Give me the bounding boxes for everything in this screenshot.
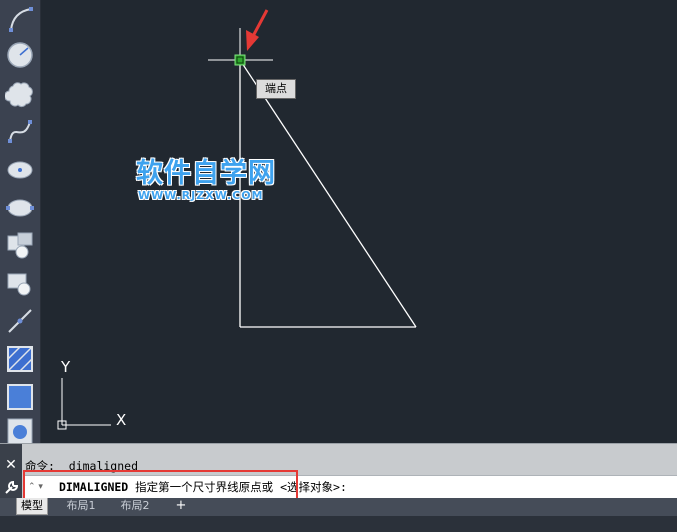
add-layout-button[interactable]: + [172, 498, 190, 514]
command-panel: ✕ 命令: dimaligned ⌃ ▾ DIMALIGNED 指定第一个尺寸界… [0, 443, 677, 499]
watermark-title: 软件自学网 [136, 158, 276, 189]
endpoint-snap-tooltip: 端点 [256, 79, 296, 99]
hatch-icon [7, 346, 33, 372]
make-block-icon [7, 273, 31, 296]
ucs-icon: Y X [57, 358, 126, 430]
revision-cloud-tool-button[interactable] [3, 76, 37, 110]
ucs-x-label: X [116, 411, 126, 429]
command-panel-grip[interactable]: ✕ [0, 444, 22, 499]
command-history: 命令: dimaligned [25, 459, 139, 473]
circle-icon [7, 42, 33, 68]
ellipse-center-tool-button[interactable] [3, 152, 37, 186]
gradient-icon [7, 384, 33, 410]
command-name: DIMALIGNED [59, 480, 129, 494]
command-input[interactable]: ⌃ ▾ DIMALIGNED 指定第一个尺寸界线原点或 <选择对象>: [24, 475, 677, 498]
spline-tool-button[interactable] [3, 114, 37, 148]
make-block-tool-button[interactable] [3, 266, 37, 300]
command-prompt: DIMALIGNED 指定第一个尺寸界线原点或 <选择对象>: [59, 479, 347, 495]
tab-model[interactable]: 模型 [16, 498, 48, 515]
close-icon[interactable]: ✕ [3, 457, 19, 473]
insert-block-tool-button[interactable] [3, 228, 37, 262]
arc-tool-button[interactable] [3, 2, 37, 36]
region-tool-button[interactable] [3, 418, 37, 445]
ellipse-tool-button[interactable] [3, 190, 37, 224]
region-icon [7, 418, 33, 445]
watermark: 软件自学网 WWW.RJZXW.COM [136, 158, 296, 208]
ellipse-center-icon [7, 161, 33, 179]
status-bar [0, 516, 677, 532]
insert-block-icon [7, 232, 33, 259]
line-point-icon [8, 309, 32, 333]
drawing-canvas[interactable]: Y X [41, 0, 677, 443]
tab-layout2[interactable]: 布局2 [112, 498, 158, 514]
draw-toolbar [0, 0, 41, 445]
recent-commands-chevron-icon[interactable]: ⌃ ▾ [28, 480, 50, 494]
wrench-icon[interactable] [3, 480, 19, 496]
circle-tool-button[interactable] [3, 38, 37, 72]
ellipse-icon [6, 199, 34, 217]
ucs-y-label: Y [60, 358, 71, 376]
annotation-arrow [246, 9, 269, 51]
arc-icon [9, 7, 33, 32]
tab-layout1[interactable]: 布局1 [58, 498, 104, 514]
point-tool-button[interactable] [3, 304, 37, 338]
command-prompt-text: 指定第一个尺寸界线原点或 <选择对象>: [128, 480, 347, 494]
gradient-tool-button[interactable] [3, 380, 37, 414]
revision-cloud-icon [5, 82, 33, 108]
hatch-tool-button[interactable] [3, 342, 37, 376]
watermark-url: WWW.RJZXW.COM [138, 189, 264, 202]
spline-icon [8, 120, 32, 143]
